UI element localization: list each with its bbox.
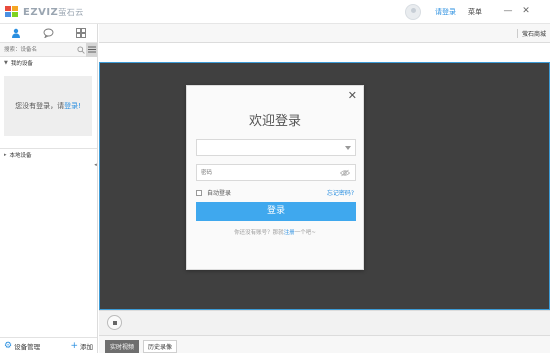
top-bar: 萤石商城: [99, 24, 550, 43]
checkbox-box[interactable]: [196, 189, 202, 196]
chat-bubble-icon: [43, 28, 54, 38]
login-hint: 您没有登录，请 登录!: [4, 76, 92, 136]
search-input[interactable]: [0, 43, 76, 56]
register-link[interactable]: 注册: [284, 230, 295, 236]
tab-live-video[interactable]: 实时视频: [105, 340, 140, 353]
tab-grid[interactable]: [65, 24, 97, 42]
user-icon: [12, 28, 21, 38]
plus-icon: +: [70, 340, 78, 351]
brand-cn: 萤石云: [58, 7, 84, 17]
mall-link[interactable]: 萤石商城: [516, 29, 546, 38]
stop-button[interactable]: [107, 315, 122, 330]
group-local-devices[interactable]: ▸ 本地设备: [0, 148, 97, 161]
grid-icon: [75, 28, 86, 38]
chevron-down-icon[interactable]: [345, 146, 351, 150]
login-dialog: ✕ 欢迎登录 自动登录 忘记密码? 登录 你还没有账号？那就注册一个吧~: [186, 85, 364, 270]
password-field[interactable]: [196, 164, 356, 181]
account-field[interactable]: [196, 139, 356, 156]
password-input[interactable]: [201, 167, 331, 179]
left-tabs: [0, 24, 97, 43]
minimize-button[interactable]: —: [502, 5, 514, 17]
register-hint: 你还没有账号？那就注册一个吧~: [234, 230, 316, 236]
collapsed-triangle-icon: ▸: [4, 152, 7, 158]
menu-button[interactable]: 菜单: [468, 7, 482, 17]
collapse-panel-handle[interactable]: ◂: [93, 160, 98, 170]
group-local-devices-label: 本地设备: [9, 153, 32, 159]
dialog-title: 欢迎登录: [248, 114, 301, 129]
tab-history-playback[interactable]: 历史录像: [143, 340, 178, 353]
gear-icon: ⚙: [4, 340, 13, 351]
tab-messages[interactable]: [32, 24, 64, 42]
ezviz-logo-icon: [5, 6, 18, 17]
auto-login-label: 自动登录: [207, 190, 232, 197]
forgot-password-link[interactable]: 忘记密码?: [327, 188, 354, 197]
app-logo: EZVIZ萤石云: [4, 4, 84, 20]
group-my-devices[interactable]: ▼ 我的设备: [0, 57, 97, 69]
search-row: [0, 42, 97, 57]
expand-triangle-icon: ▼: [4, 60, 8, 66]
login-button[interactable]: 登录: [196, 202, 356, 221]
list-icon: [87, 46, 96, 53]
left-bottom-bar: ⚙ 设备管理 + 添加: [0, 337, 97, 353]
search-button[interactable]: [76, 43, 86, 56]
tab-devices[interactable]: [0, 24, 33, 42]
close-window-button[interactable]: ✕: [520, 5, 532, 17]
brand-text: EZVIZ: [23, 6, 59, 18]
login-link[interactable]: 请登录: [435, 7, 456, 17]
add-device-button[interactable]: + 添加: [70, 341, 93, 351]
device-manage-button[interactable]: ⚙ 设备管理: [4, 341, 40, 351]
eye-hidden-icon[interactable]: [340, 169, 350, 177]
search-icon: [77, 45, 85, 54]
mode-bar: 实时视频 历史录像: [99, 335, 550, 353]
left-panel: ▼ 我的设备 您没有登录，请登录! ▸ 本地设备 ⚙ 设备管理 + 添加: [0, 24, 98, 353]
user-avatar[interactable]: [405, 4, 421, 20]
list-view-button[interactable]: [86, 42, 97, 57]
player-controls: [99, 310, 550, 335]
login-hint-link[interactable]: 登录: [64, 101, 78, 111]
group-my-devices-label: 我的设备: [10, 61, 33, 67]
close-icon[interactable]: ✕: [348, 89, 357, 102]
auto-login-checkbox[interactable]: 自动登录: [196, 188, 231, 197]
title-bar: EZVIZ萤石云 请登录 菜单 — ✕: [0, 0, 550, 24]
